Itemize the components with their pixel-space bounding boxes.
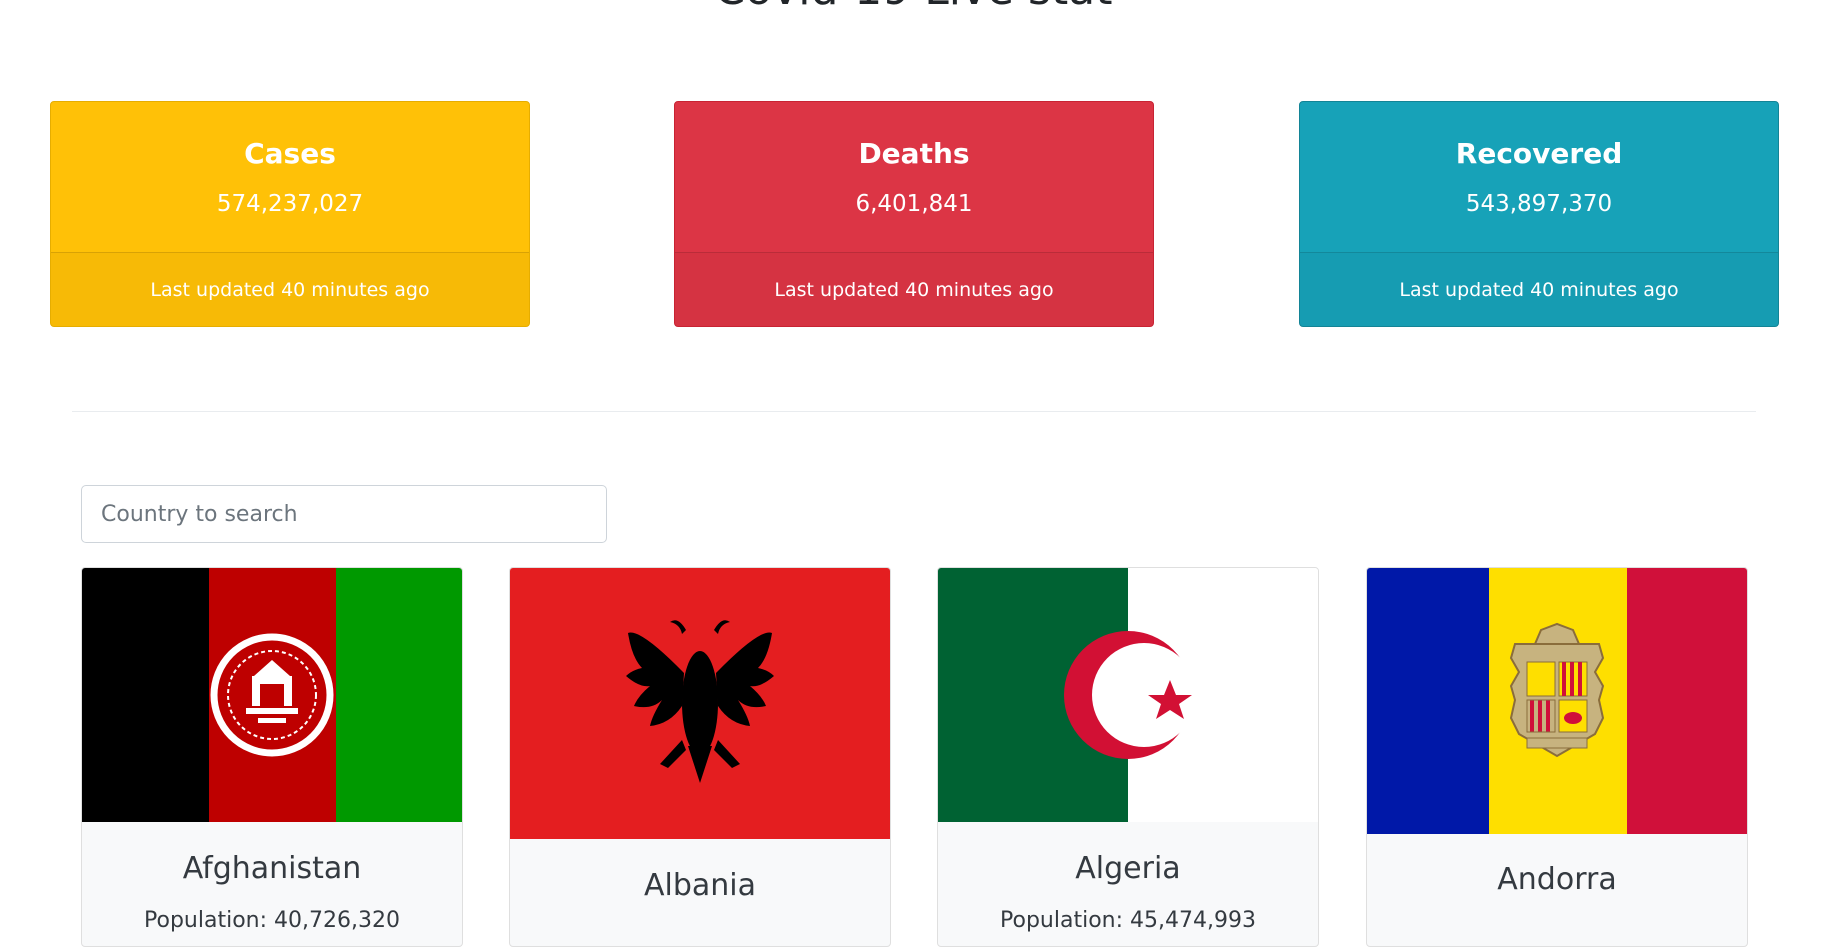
recovered-value: 543,897,370	[1465, 191, 1613, 217]
page-title: Covid-19 Live stat	[0, 0, 1827, 18]
country-name: Albania	[643, 868, 757, 903]
deaths-card: Deaths 6,401,841 Last updated 40 minutes…	[674, 101, 1154, 327]
algeria-flag-icon	[938, 568, 1318, 822]
cases-card: Cases 574,237,027 Last updated 40 minute…	[50, 101, 530, 327]
recovered-label: Recovered	[1455, 137, 1623, 170]
country-name: Andorra	[1497, 862, 1617, 897]
country-card-afghanistan[interactable]: Afghanistan Population: 40,726,320	[81, 567, 463, 947]
country-name: Afghanistan	[182, 851, 362, 886]
recovered-updated: Last updated 40 minutes ago	[1300, 252, 1778, 326]
deaths-updated: Last updated 40 minutes ago	[675, 252, 1153, 326]
country-population: Population: 40,726,320	[144, 908, 400, 933]
cases-updated: Last updated 40 minutes ago	[51, 252, 529, 326]
cases-label: Cases	[244, 137, 336, 170]
country-card-andorra[interactable]: Andorra	[1366, 567, 1748, 947]
country-card-algeria[interactable]: Algeria Population: 45,474,993	[937, 567, 1319, 947]
section-divider	[72, 411, 1756, 412]
cases-value: 574,237,027	[216, 191, 364, 217]
albania-flag-icon	[510, 568, 890, 839]
country-population: Population: 45,474,993	[1000, 908, 1256, 933]
country-search-input[interactable]	[81, 485, 607, 543]
country-card-albania[interactable]: Albania	[509, 567, 891, 947]
recovered-card: Recovered 543,897,370 Last updated 40 mi…	[1299, 101, 1779, 327]
deaths-value: 6,401,841	[855, 191, 973, 217]
country-name: Algeria	[1075, 851, 1181, 886]
andorra-flag-icon	[1367, 568, 1747, 834]
afghanistan-flag-icon	[82, 568, 462, 822]
deaths-label: Deaths	[858, 137, 970, 170]
